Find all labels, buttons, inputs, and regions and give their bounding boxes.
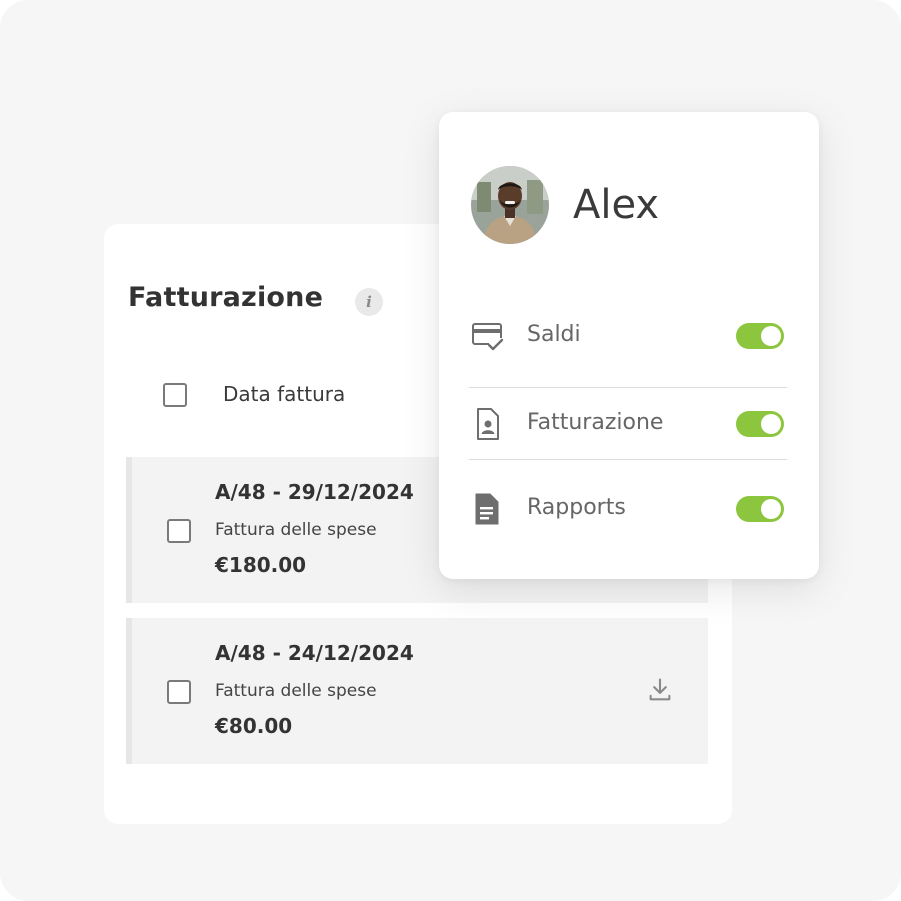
avatar [471, 166, 549, 244]
invoice-amount: €180.00 [215, 553, 307, 577]
row-checkbox[interactable] [167, 519, 191, 543]
info-icon[interactable]: i [355, 288, 383, 316]
toggle-knob [761, 499, 781, 519]
invoice-amount: €80.00 [215, 714, 293, 738]
toggle-knob [761, 326, 781, 346]
row-checkbox[interactable] [167, 680, 191, 704]
invoice-number-date: A/48 - 24/12/2024 [215, 641, 414, 665]
saldi-toggle[interactable] [736, 323, 784, 349]
page-title: Fatturazione [128, 282, 324, 313]
divider [469, 387, 787, 388]
download-icon[interactable] [646, 676, 674, 704]
document-icon [475, 493, 499, 525]
permission-row-rapports: Rapports [469, 479, 787, 539]
invoice-description: Fattura delle spese [215, 520, 377, 540]
divider [469, 459, 787, 460]
invoice-number-date: A/48 - 29/12/2024 [215, 480, 414, 504]
user-permissions-card: Alex Saldi Fatturazione Rapports [439, 112, 819, 579]
document-user-icon [477, 408, 499, 440]
fatturazione-toggle[interactable] [736, 411, 784, 437]
table-row[interactable]: A/48 - 24/12/2024 Fattura delle spese €8… [126, 618, 708, 764]
permission-row-fatturazione: Fatturazione [469, 394, 787, 454]
canvas-background: Fatturazione i Data fattura A/48 - 29/12… [0, 0, 901, 901]
card-check-icon [472, 323, 504, 352]
select-all-checkbox[interactable] [163, 383, 187, 407]
column-header-invoice-date[interactable]: Data fattura [223, 382, 345, 406]
permission-row-saldi: Saldi [469, 306, 787, 366]
rapports-toggle[interactable] [736, 496, 784, 522]
user-name: Alex [573, 182, 660, 228]
permission-label: Fatturazione [527, 410, 664, 435]
permission-label: Saldi [527, 322, 581, 347]
invoice-description: Fattura delle spese [215, 681, 377, 701]
permission-label: Rapports [527, 495, 626, 520]
toggle-knob [761, 414, 781, 434]
